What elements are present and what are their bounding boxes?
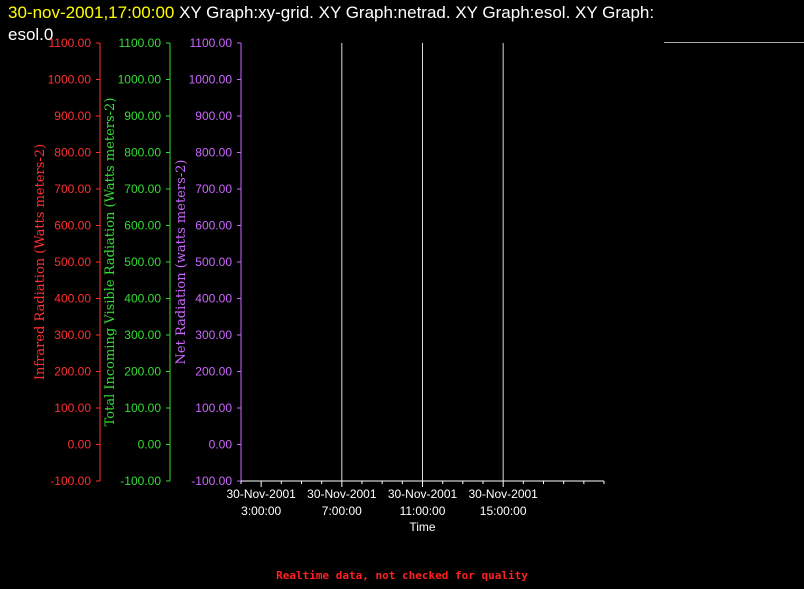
visible-tick-label: 700.00 — [124, 182, 161, 196]
visible-tick-label: 1100.00 — [119, 36, 162, 50]
netrad-tick-label: 0.00 — [209, 438, 233, 452]
netrad-tick-label: 700.00 — [195, 182, 232, 196]
visible-axis-title: Total Incoming Visible Radiation (Watts … — [103, 98, 118, 427]
netrad-tick-label: 100.00 — [195, 401, 232, 415]
time-tick-date: 30-Nov-2001 — [307, 487, 377, 501]
visible-tick-label: 1000.00 — [118, 73, 162, 87]
netrad-tick-label: 200.00 — [195, 365, 232, 379]
netrad-tick-label: 300.00 — [195, 328, 232, 342]
visible-tick-label: 600.00 — [124, 219, 161, 233]
netrad-tick-label: 400.00 — [195, 292, 232, 306]
infrared-axis-title: Infrared Radiation (Watts meters-2) — [33, 144, 48, 380]
time-axis-title: Time — [409, 520, 436, 534]
infrared-tick-label: 1100.00 — [49, 36, 92, 50]
xy-chart: 1100.00 1000.00 900.00 800.00 700.00 600.00 50… — [33, 36, 605, 534]
infrared-tick-label: 500.00 — [54, 255, 91, 269]
infrared-tick-label: 400.00 — [54, 292, 91, 306]
infrared-tick-label: 0.00 — [68, 438, 92, 452]
time-tick-date: 30-Nov-2001 — [388, 487, 458, 501]
netrad-tick-label: 500.00 — [195, 255, 232, 269]
infrared-tick-label: 700.00 — [54, 182, 91, 196]
infrared-tick-label: -100.00 — [50, 474, 91, 488]
netrad-axis-title: Net Radiation (watts meters-2) — [174, 160, 189, 365]
visible-tick-label: 200.00 — [124, 365, 161, 379]
netrad-tick-label: -100.00 — [191, 474, 232, 488]
netrad-tick-label: 1100.00 — [190, 36, 233, 50]
visible-tick-label: 0.00 — [138, 438, 162, 452]
visible-tick-label: 100.00 — [124, 401, 161, 415]
time-tick-date: 30-Nov-2001 — [468, 487, 538, 501]
visible-tick-label: 800.00 — [124, 146, 161, 160]
infrared-tick-label: 1000.00 — [48, 73, 92, 87]
visible-tick-label: 900.00 — [124, 109, 161, 123]
time-tick-time: 11:00:00 — [400, 504, 446, 518]
time-tick-time: 3:00:00 — [241, 504, 281, 518]
infrared-tick-label: 200.00 — [54, 365, 91, 379]
infrared-tick-label: 800.00 — [54, 146, 91, 160]
netrad-tick-label: 600.00 — [195, 219, 232, 233]
netrad-tick-label: 1000.00 — [189, 73, 233, 87]
time-tick-date: 30-Nov-2001 — [226, 487, 296, 501]
infrared-tick-label: 900.00 — [54, 109, 91, 123]
visible-tick-label: 300.00 — [124, 328, 161, 342]
quality-note: Realtime data, not checked for quality — [276, 569, 528, 582]
visible-tick-label: 500.00 — [124, 255, 161, 269]
infrared-tick-label: 100.00 — [54, 401, 91, 415]
netrad-tick-label: 900.00 — [195, 109, 232, 123]
time-tick-time: 15:00:00 — [480, 504, 527, 518]
infrared-tick-label: 600.00 — [54, 219, 91, 233]
visible-tick-label: -100.00 — [120, 474, 161, 488]
visible-tick-label: 400.00 — [124, 292, 161, 306]
netrad-tick-label: 800.00 — [195, 146, 232, 160]
time-tick-time: 7:00:00 — [322, 504, 362, 518]
infrared-tick-label: 300.00 — [54, 328, 91, 342]
